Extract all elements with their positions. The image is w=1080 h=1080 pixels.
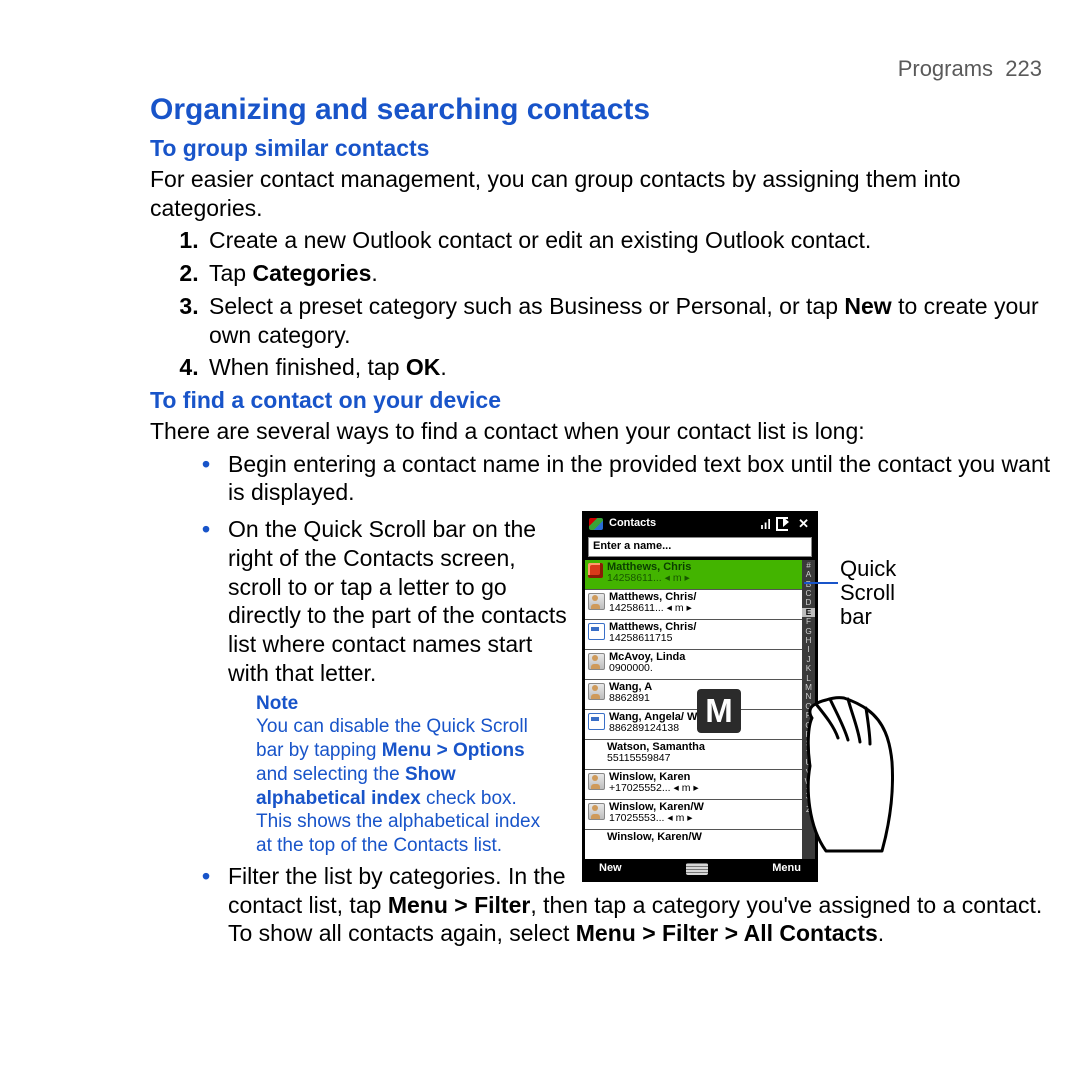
subheading-find: To find a contact on your device [150, 386, 1052, 415]
page-title: Organizing and searching contacts [150, 91, 1052, 129]
bullet-list-2: On the Quick Scroll bar on the right of … [150, 515, 1052, 948]
bullet-3: Filter the list by categories. In the co… [202, 862, 1052, 948]
step-4: When finished, tap OK. [205, 353, 1052, 382]
bullet-2: On the Quick Scroll bar on the right of … [202, 515, 1052, 858]
intro-text: For easier contact management, you can g… [150, 165, 1052, 223]
page-header: Programs 223 [150, 55, 1052, 83]
section-name: Programs [898, 56, 993, 81]
subheading-group: To group similar contacts [150, 134, 1052, 163]
step-1: Create a new Outlook contact or edit an … [205, 226, 1052, 255]
step-2: Tap Categories. [205, 259, 1052, 288]
step-3: Select a preset category such as Busines… [205, 292, 1052, 350]
note-block: Note You can disable the Quick Scroll ba… [228, 692, 1052, 858]
bullet-1: Begin entering a contact name in the pro… [202, 450, 1052, 508]
page-number: 223 [1005, 56, 1042, 81]
steps-list: Create a new Outlook contact or edit an … [150, 226, 1052, 382]
intro-text-2: There are several ways to find a contact… [150, 417, 1052, 446]
bullet-list: Begin entering a contact name in the pro… [150, 450, 1052, 508]
note-label: Note [256, 692, 308, 716]
